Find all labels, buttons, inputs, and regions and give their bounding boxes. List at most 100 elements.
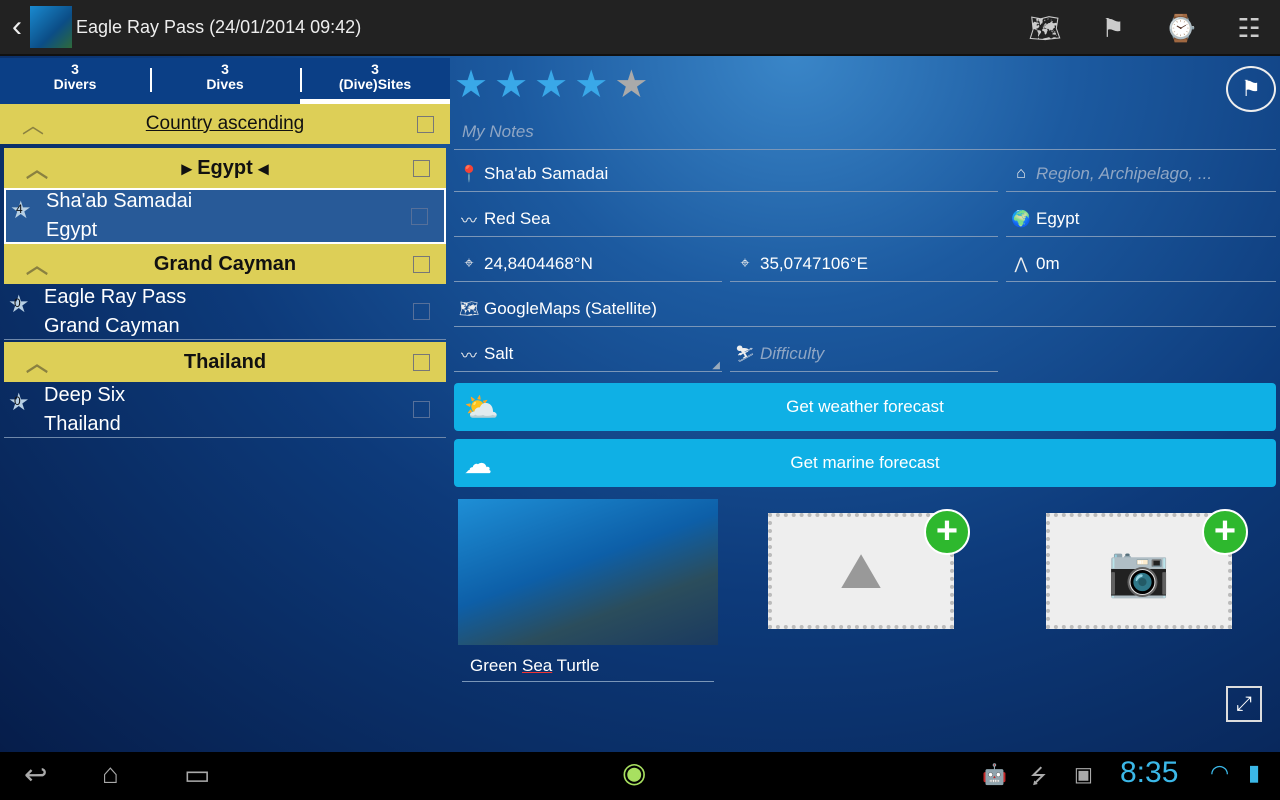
usb-icon: ⭍ bbox=[1030, 766, 1047, 788]
sort-header[interactable]: ︿ Country ascending bbox=[0, 104, 450, 144]
checkbox[interactable] bbox=[413, 401, 430, 418]
star-icon[interactable]: ★ bbox=[534, 64, 574, 106]
water-type-select[interactable]: 〰 Salt ◢ bbox=[454, 336, 722, 372]
android-debug-icon: 🤖 bbox=[982, 764, 1007, 786]
site-name: Sha'ab Samadai bbox=[46, 190, 193, 212]
tab-label: (Dive)Sites bbox=[338, 76, 412, 92]
altitude-field[interactable]: ⋀ 0m bbox=[1006, 246, 1276, 282]
checkbox[interactable] bbox=[413, 159, 430, 177]
storage-icon: ▣ bbox=[1074, 764, 1093, 786]
water-type-value: Salt bbox=[484, 343, 514, 363]
checkbox[interactable] bbox=[413, 255, 430, 273]
group-label: Thailand bbox=[183, 350, 267, 373]
site-country: Egypt bbox=[46, 219, 98, 241]
latitude-value: 24,8404468°N bbox=[484, 253, 593, 273]
longitude-value: 35,0747106°E bbox=[760, 253, 868, 273]
app-indicator-icon[interactable]: ◉ bbox=[622, 756, 646, 789]
group-header-thailand[interactable]: ︿ Thailand bbox=[4, 342, 446, 382]
list-item[interactable]: ★ 4 Sha'ab Samadai Egypt bbox=[4, 188, 446, 244]
map-search-icon[interactable]: 🗺 bbox=[1024, 8, 1066, 48]
cloud-wave-icon: ☁ bbox=[464, 447, 492, 479]
chevron-up-icon[interactable]: ︿ bbox=[22, 108, 44, 140]
page-title: Eagle Ray Pass (24/01/2014 09:42) bbox=[76, 16, 362, 37]
checkbox[interactable] bbox=[417, 115, 434, 133]
chevron-up-icon[interactable]: ︿ bbox=[26, 346, 48, 378]
water-field[interactable]: 〰 Red Sea bbox=[454, 201, 998, 237]
app-thumbnail bbox=[30, 6, 72, 48]
region-field[interactable]: ⌂ Region, Archipelago, ... bbox=[1006, 156, 1276, 192]
weather-icon: ⛅ bbox=[464, 391, 499, 423]
site-name: Eagle Ray Pass bbox=[44, 285, 187, 308]
mountain-icon: ⋀ bbox=[1014, 255, 1028, 273]
rating-badge: 4 bbox=[16, 202, 23, 216]
plus-icon: + bbox=[1202, 509, 1248, 555]
camera-icon: 📷 bbox=[1107, 542, 1171, 599]
chevron-up-icon[interactable]: ︿ bbox=[26, 248, 48, 280]
add-site-flag-icon[interactable]: ⚑ bbox=[1092, 8, 1134, 48]
wifi-icon: ◠ bbox=[1210, 760, 1230, 785]
checkbox[interactable] bbox=[411, 207, 428, 225]
gps-icon: ⌖ bbox=[464, 254, 474, 272]
sort-label[interactable]: Country ascending bbox=[146, 113, 304, 135]
wave-icon: 〰 bbox=[460, 347, 477, 365]
map-type-value: GoogleMaps (Satellite) bbox=[484, 298, 657, 318]
flag-icon[interactable]: ⚑ bbox=[1226, 66, 1276, 112]
star-icon[interactable]: ★ bbox=[454, 64, 494, 106]
settings-icon[interactable]: ☷ bbox=[1228, 8, 1270, 48]
difficulty-field[interactable]: ⛷ Difficulty bbox=[730, 336, 998, 372]
add-image-button[interactable]: ⛰ + bbox=[768, 509, 970, 629]
back-icon[interactable]: ‹ bbox=[4, 10, 30, 44]
map-icon: 🗺 bbox=[458, 300, 480, 318]
chevron-up-icon[interactable]: ︿ bbox=[26, 152, 48, 184]
clock: 8:35 bbox=[1120, 756, 1179, 789]
star-icon[interactable]: ★ bbox=[614, 64, 654, 106]
country-field[interactable]: 🌍 Egypt bbox=[1006, 201, 1276, 237]
tab-divers[interactable]: 3 Divers bbox=[0, 58, 150, 104]
home-icon[interactable]: ⌂ bbox=[102, 758, 119, 790]
turtle-photo[interactable] bbox=[458, 499, 718, 645]
nav-back-icon[interactable]: ↩ bbox=[24, 758, 47, 791]
star-icon[interactable]: ★ bbox=[494, 64, 534, 106]
longitude-field[interactable]: ⌖ 35,0747106°E bbox=[730, 246, 998, 282]
dive-computer-icon[interactable]: ⌚ bbox=[1160, 8, 1202, 48]
tab-count: 3 bbox=[221, 61, 229, 77]
wave-icon: 〰 bbox=[460, 212, 477, 230]
caption-text: Sea bbox=[521, 656, 553, 675]
action-bar: ‹ Eagle Ray Pass (24/01/2014 09:42) 🗺 ⚑ … bbox=[0, 0, 1280, 56]
caption-text: Turtle bbox=[552, 656, 600, 675]
tab-sites[interactable]: 3 (Dive)Sites bbox=[300, 58, 450, 104]
button-label: Get marine forecast bbox=[790, 453, 940, 472]
button-label: Get weather forecast bbox=[786, 397, 944, 416]
star-icon[interactable]: ★ bbox=[574, 64, 614, 106]
list-item[interactable]: ★ 0 Deep Six Thailand bbox=[4, 382, 446, 438]
tab-dives[interactable]: 3 Dives bbox=[150, 58, 300, 104]
fullscreen-icon[interactable]: ⤢ bbox=[1226, 686, 1262, 722]
site-name: Deep Six bbox=[44, 383, 126, 406]
map-type-field[interactable]: 🗺 GoogleMaps (Satellite) bbox=[454, 291, 1276, 327]
location-pin-icon: 📍 bbox=[459, 165, 479, 183]
notes-field[interactable]: My Notes bbox=[454, 114, 1276, 150]
rating-badge: 0 bbox=[14, 394, 21, 408]
marine-forecast-button[interactable]: ☁ Get marine forecast bbox=[454, 439, 1276, 487]
site-list: ︿ Country ascending ︿ ▸ Egypt ◂ ★ 4 Sha'ab S… bbox=[0, 104, 450, 438]
group-header-egypt[interactable]: ︿ ▸ Egypt ◂ bbox=[4, 148, 446, 188]
checkbox[interactable] bbox=[413, 303, 430, 320]
altitude-value: 0m bbox=[1036, 253, 1060, 273]
battery-icon: ▮ bbox=[1248, 760, 1261, 785]
site-name-field[interactable]: 📍 Sha'ab Samadai bbox=[454, 156, 998, 192]
checkbox[interactable] bbox=[413, 353, 430, 371]
group-header-grand-cayman[interactable]: ︿ Grand Cayman bbox=[4, 244, 446, 284]
weather-forecast-button[interactable]: ⛅ Get weather forecast bbox=[454, 383, 1276, 431]
add-camera-photo-button[interactable]: 📷 + bbox=[1046, 509, 1248, 629]
globe-icon: 🌍 bbox=[1011, 210, 1031, 228]
difficulty-placeholder: Difficulty bbox=[760, 343, 825, 363]
australia-map-icon: ⌂ bbox=[1016, 164, 1026, 182]
diver-icon: ⛷ bbox=[734, 345, 756, 363]
recent-apps-icon[interactable]: ▭ bbox=[184, 758, 210, 791]
rating-badge: 0 bbox=[14, 296, 21, 310]
list-item[interactable]: ★ 0 Eagle Ray Pass Grand Cayman bbox=[4, 284, 446, 340]
latitude-field[interactable]: ⌖ 24,8404468°N bbox=[454, 246, 722, 282]
rating-stars[interactable]: ★★★★★ bbox=[454, 62, 654, 107]
plus-icon: + bbox=[924, 509, 970, 555]
photo-caption[interactable]: Green Sea Turtle bbox=[462, 648, 714, 682]
